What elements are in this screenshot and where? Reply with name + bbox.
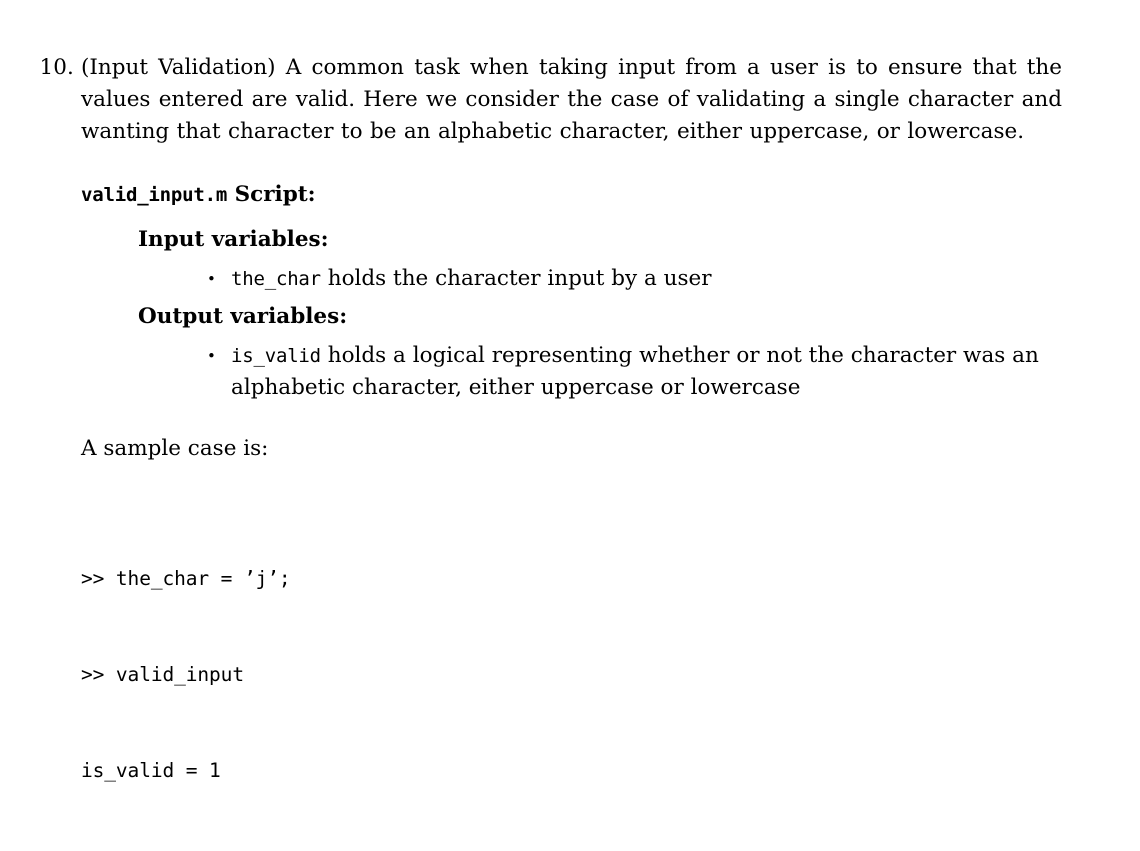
- input-variables-heading: Input variables:: [138, 226, 329, 252]
- problem-item: 10. (Input Validation) A common task whe…: [36, 52, 1063, 851]
- script-file-name: valid_input.m: [81, 183, 228, 206]
- bullet-icon: •: [207, 346, 216, 365]
- sample-case-intro: A sample case is:: [81, 436, 269, 462]
- problem-body: (Input Validation) A common task when ta…: [81, 52, 1062, 851]
- sample-case-code-block: >> the_char = ’j’; >> valid_input is_val…: [81, 499, 1062, 851]
- document-page: 10. (Input Validation) A common task whe…: [0, 0, 1140, 782]
- input-variables-list: • the_char holds the character input by a…: [207, 263, 1062, 295]
- variables-section: Input variables: • the_char holds the cha…: [138, 224, 1062, 405]
- list-item: • the_char holds the character input by a…: [207, 263, 1061, 295]
- output-variables-heading: Output variables:: [138, 303, 348, 329]
- problem-intro-paragraph: (Input Validation) A common task when ta…: [81, 55, 1062, 145]
- script-heading: valid_input.m Script:: [81, 179, 1062, 211]
- output-variables-list: • is_valid holds a logical representing w…: [207, 340, 1062, 404]
- output-variable-name: is_valid: [231, 344, 321, 367]
- input-variable-name: the_char: [231, 267, 321, 290]
- problem-number: 10.: [39, 55, 74, 80]
- script-label: Script:: [234, 181, 316, 207]
- bullet-icon: •: [207, 269, 216, 288]
- output-variable-description: holds a logical representing whether or …: [231, 342, 1039, 401]
- code-line: >> valid_input: [81, 663, 244, 687]
- code-line: >> the_char = ’j’;: [81, 567, 291, 591]
- code-line: is_valid = 1: [81, 759, 221, 783]
- input-variable-description: holds the character input by a user: [320, 265, 712, 291]
- list-item: • is_valid holds a logical representing w…: [207, 340, 1061, 404]
